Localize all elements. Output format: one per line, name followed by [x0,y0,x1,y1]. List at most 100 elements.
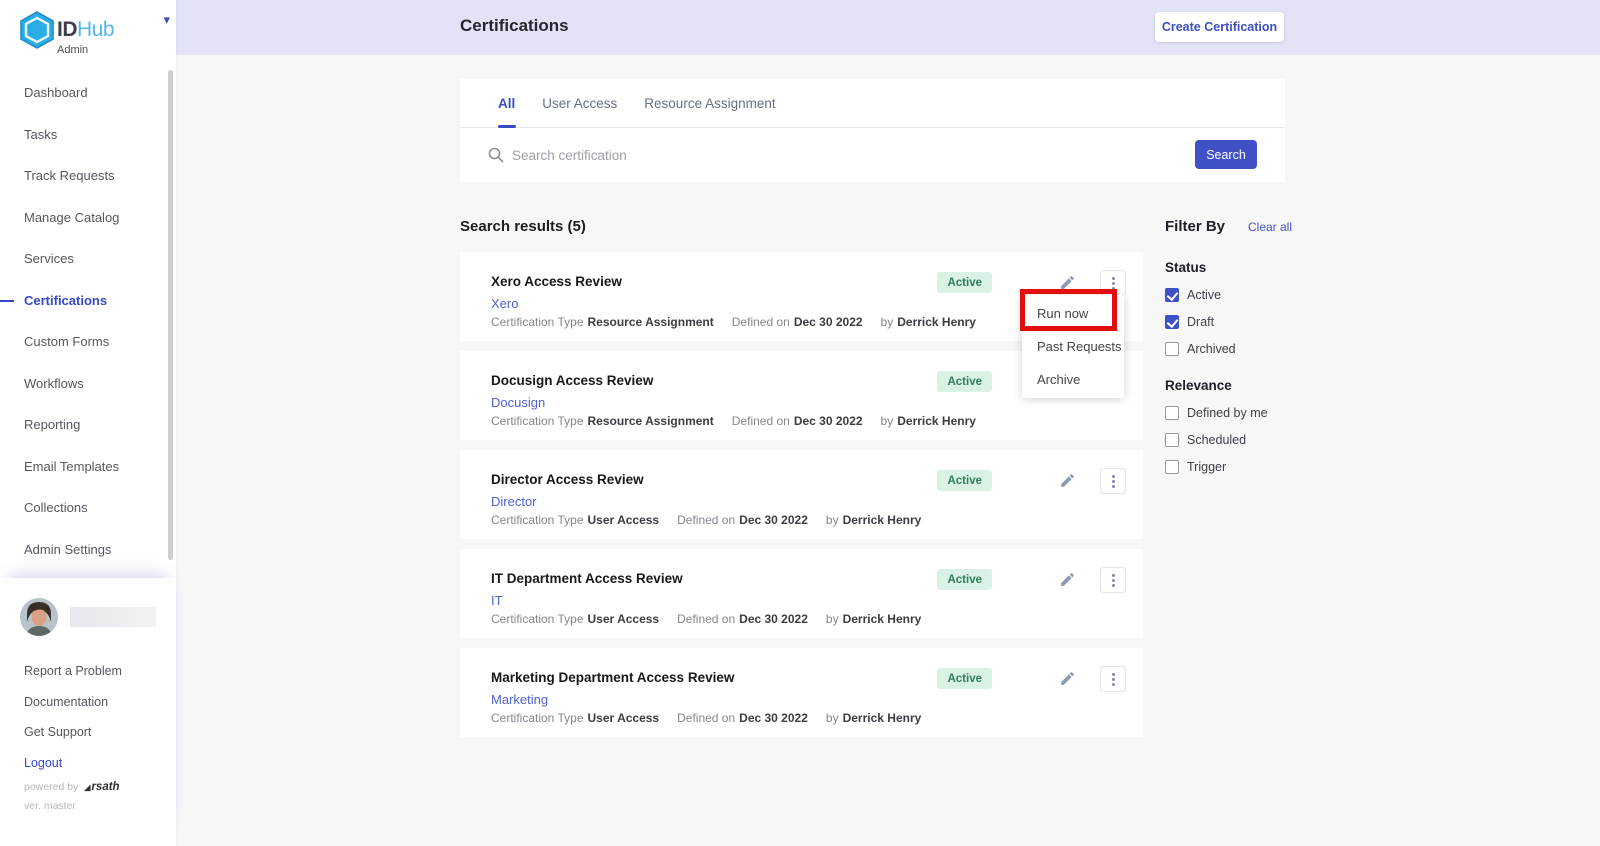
checkbox-unchecked-icon[interactable] [1165,460,1179,474]
certification-target-link[interactable]: Director [491,494,537,509]
checkbox-unchecked-icon[interactable] [1165,342,1179,356]
results-heading: Search results (5) [460,218,586,235]
tab-all[interactable]: All [498,79,515,128]
brand-role: Admin [57,44,88,56]
edit-pencil-icon[interactable] [1059,274,1077,292]
meta-label-defined: Defined on [732,315,790,329]
filter-option-trigger[interactable]: Trigger [1165,460,1285,474]
avatar[interactable] [20,598,58,636]
certification-target-link[interactable]: IT [491,593,503,608]
certification-target-link[interactable]: Xero [491,296,518,311]
tab-user-access[interactable]: User Access [542,79,617,128]
filter-option-label: Trigger [1187,460,1226,474]
certification-title: Marketing Department Access Review [491,670,734,685]
certification-title: IT Department Access Review [491,571,683,586]
filter-option-label: Archived [1187,342,1236,356]
caret-down-icon[interactable]: ▾ [163,12,170,28]
certification-card-director: Director Access Review Director Certific… [460,450,1143,539]
meta-label-by: by [881,315,894,329]
kebab-menu-button[interactable] [1100,567,1126,593]
report-a-problem-link[interactable]: Report a Problem [24,656,122,687]
page-title: Certifications [460,16,569,36]
filter-option-label: Scheduled [1187,433,1246,447]
tab-bar: All User Access Resource Assignment [460,79,1285,128]
filter-option-archived[interactable]: Archived [1165,342,1285,356]
checkbox-checked-icon[interactable] [1165,315,1179,329]
kebab-menu-button[interactable] [1100,270,1126,296]
search-button[interactable]: Search [1195,140,1257,169]
documentation-link[interactable]: Documentation [24,687,122,718]
edit-pencil-icon[interactable] [1059,670,1077,688]
filter-option-active[interactable]: Active [1165,288,1285,302]
sidebar: IDHub ▾ Admin Dashboard Tasks Track Requ… [0,0,176,846]
sidebar-item-admin-settings[interactable]: Admin Settings [0,529,176,571]
menu-item-past-requests[interactable]: Past Requests [1022,330,1124,363]
sidebar-item-collections[interactable]: Collections [0,487,176,529]
edit-pencil-icon[interactable] [1059,472,1077,490]
sidebar-item-manage-catalog[interactable]: Manage Catalog [0,197,176,239]
sidebar-item-tasks[interactable]: Tasks [0,114,176,156]
filter-group-relevance: Relevance [1165,378,1285,393]
certification-meta: Certification TypeResource AssignmentDef… [491,414,994,428]
kebab-dropdown-menu: Run now Past Requests Archive [1022,295,1124,398]
certification-card-it: IT Department Access Review IT Certifica… [460,549,1143,638]
filter-option-scheduled[interactable]: Scheduled [1165,433,1285,447]
user-profile[interactable] [20,598,156,636]
certification-title: Director Access Review [491,472,644,487]
meta-value-owner: Derrick Henry [897,414,976,428]
meta-label-defined: Defined on [677,711,735,725]
certification-meta: Certification TypeUser AccessDefined onD… [491,612,939,626]
meta-value-type: Resource Assignment [588,315,714,329]
search-input[interactable] [512,140,1152,170]
meta-value-owner: Derrick Henry [897,315,976,329]
sidebar-item-track-requests[interactable]: Track Requests [0,155,176,197]
sidebar-item-reporting[interactable]: Reporting [0,404,176,446]
sidebar-footer: Report a Problem Documentation Get Suppo… [0,578,176,846]
sidebar-item-services[interactable]: Services [0,238,176,280]
menu-item-archive[interactable]: Archive [1022,363,1124,396]
sath-logo: rsath [84,781,119,793]
create-certification-button[interactable]: Create Certification [1155,12,1284,42]
meta-label-type: Certification Type [491,414,584,428]
clear-all-link[interactable]: Clear all [1248,220,1292,234]
meta-value-type: User Access [588,513,660,527]
tab-resource-assignment[interactable]: Resource Assignment [644,79,775,128]
filter-group-status: Status [1165,260,1285,275]
logout-link[interactable]: Logout [24,748,122,779]
kebab-menu-button[interactable] [1100,666,1126,692]
filter-panel: Filter By Clear all Status Active Draft … [1165,218,1285,474]
menu-item-run-now[interactable]: Run now [1022,297,1124,330]
sidebar-item-email-templates[interactable]: Email Templates [0,446,176,488]
sidebar-item-custom-forms[interactable]: Custom Forms [0,321,176,363]
sidebar-item-dashboard[interactable]: Dashboard [0,72,176,114]
meta-label-by: by [881,414,894,428]
status-badge: Active [937,371,992,392]
certification-target-link[interactable]: Docusign [491,395,545,410]
checkbox-unchecked-icon[interactable] [1165,406,1179,420]
filter-option-defined-by-me[interactable]: Defined by me [1165,406,1285,420]
certification-title: Docusign Access Review [491,373,653,388]
certification-target-link[interactable]: Marketing [491,692,548,707]
status-badge: Active [937,569,992,590]
filter-option-draft[interactable]: Draft [1165,315,1285,329]
hexagon-logo-icon [20,11,54,49]
search-icon [488,147,504,163]
kebab-menu-button[interactable] [1100,468,1126,494]
meta-value-defined: Dec 30 2022 [794,414,863,428]
sidebar-footer-links: Report a Problem Documentation Get Suppo… [24,656,122,778]
sidebar-item-certifications[interactable]: Certifications [0,280,176,322]
checkbox-checked-icon[interactable] [1165,288,1179,302]
get-support-link[interactable]: Get Support [24,717,122,748]
edit-pencil-icon[interactable] [1059,571,1077,589]
status-badge: Active [937,470,992,491]
sidebar-scrollbar[interactable] [168,70,173,560]
meta-value-defined: Dec 30 2022 [794,315,863,329]
status-badge: Active [937,668,992,689]
certification-meta: Certification TypeResource AssignmentDef… [491,315,994,329]
meta-label-defined: Defined on [677,612,735,626]
sidebar-item-workflows[interactable]: Workflows [0,363,176,405]
meta-label-type: Certification Type [491,711,584,725]
brand-hub: Hub [77,18,114,41]
checkbox-unchecked-icon[interactable] [1165,433,1179,447]
meta-label-by: by [826,612,839,626]
